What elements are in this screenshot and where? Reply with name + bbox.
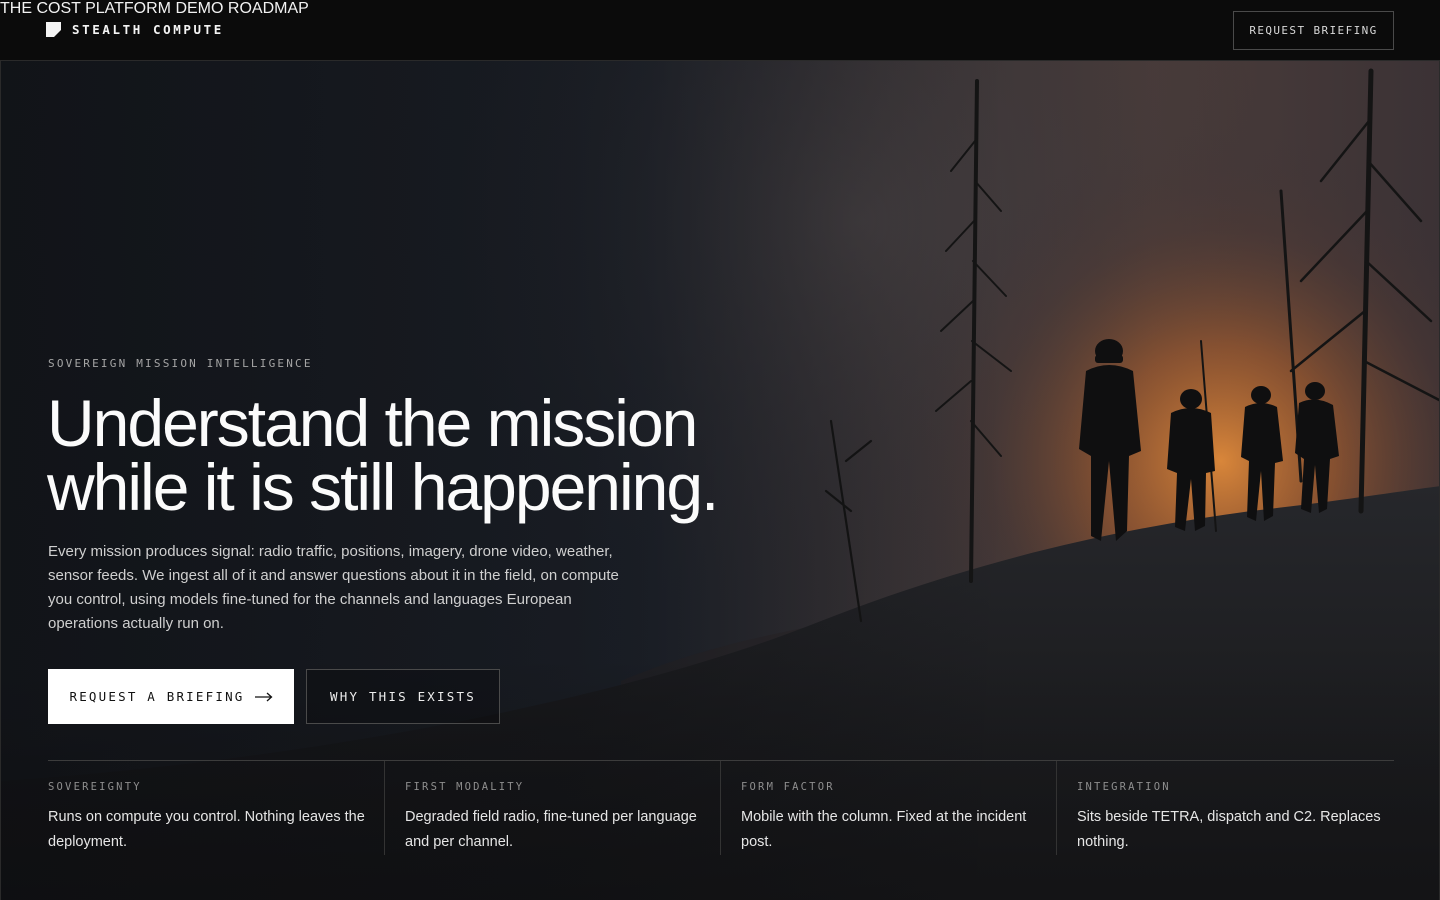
- primary-nav: THE COST PLATFORM DEMO ROADMAP: [0, 0, 1440, 18]
- brand-home-link[interactable]: STEALTH COMPUTE: [46, 22, 224, 37]
- brand-name: STEALTH COMPUTE: [72, 22, 224, 37]
- feature-row: SOVEREIGNTY Runs on compute you control.…: [48, 760, 1394, 855]
- feature-text: Runs on compute you control. Nothing lea…: [48, 809, 365, 850]
- why-this-exists-button[interactable]: WHY THIS EXISTS: [306, 669, 500, 724]
- request-a-briefing-label: REQUEST A BRIEFING: [69, 689, 245, 704]
- feature-label: FIRST MODALITY: [405, 781, 525, 793]
- feature-sovereignty: SOVEREIGNTY Runs on compute you control.…: [48, 761, 384, 855]
- feature-label: INTEGRATION: [1077, 781, 1171, 793]
- feature-label: FORM FACTOR: [741, 781, 835, 793]
- feature-integration: INTEGRATION Sits beside TETRA, dispatch …: [1056, 761, 1394, 855]
- hero-headline-line-1: Understand the mission: [47, 386, 698, 460]
- nav-link-the-cost[interactable]: THE COST: [0, 0, 81, 17]
- logo-mark-icon: [46, 22, 61, 37]
- feature-text: Mobile with the column. Fixed at the inc…: [741, 809, 1027, 850]
- hero-headline-line-2: while it is still happening.: [47, 450, 719, 524]
- hero-description: Every mission produces signal: radio tra…: [48, 543, 619, 632]
- hero-headline: Understand the mission while it is still…: [47, 386, 847, 524]
- feature-form-factor: FORM FACTOR Mobile with the column. Fixe…: [720, 761, 1056, 855]
- nav-link-platform[interactable]: PLATFORM: [85, 0, 171, 17]
- feature-text: Degraded field radio, fine-tuned per lan…: [405, 809, 697, 850]
- top-navbar: STEALTH COMPUTE THE COST PLATFORM DEMO R…: [0, 0, 1440, 61]
- nav-link-demo[interactable]: DEMO: [175, 0, 223, 17]
- feature-text: Sits beside TETRA, dispatch and C2. Repl…: [1077, 809, 1381, 850]
- feature-label: SOVEREIGNTY: [48, 781, 142, 793]
- feature-first-modality: FIRST MODALITY Degraded field radio, fin…: [384, 761, 720, 855]
- hero-eyebrow: SOVEREIGN MISSION INTELLIGENCE: [48, 357, 313, 370]
- nav-link-roadmap[interactable]: ROADMAP: [228, 0, 309, 17]
- request-a-briefing-button[interactable]: REQUEST A BRIEFING: [48, 669, 294, 724]
- hero-section: SOVEREIGN MISSION INTELLIGENCE Understan…: [0, 61, 1440, 900]
- arrow-right-icon: [254, 692, 273, 701]
- request-briefing-nav-button[interactable]: REQUEST BRIEFING: [1233, 11, 1394, 50]
